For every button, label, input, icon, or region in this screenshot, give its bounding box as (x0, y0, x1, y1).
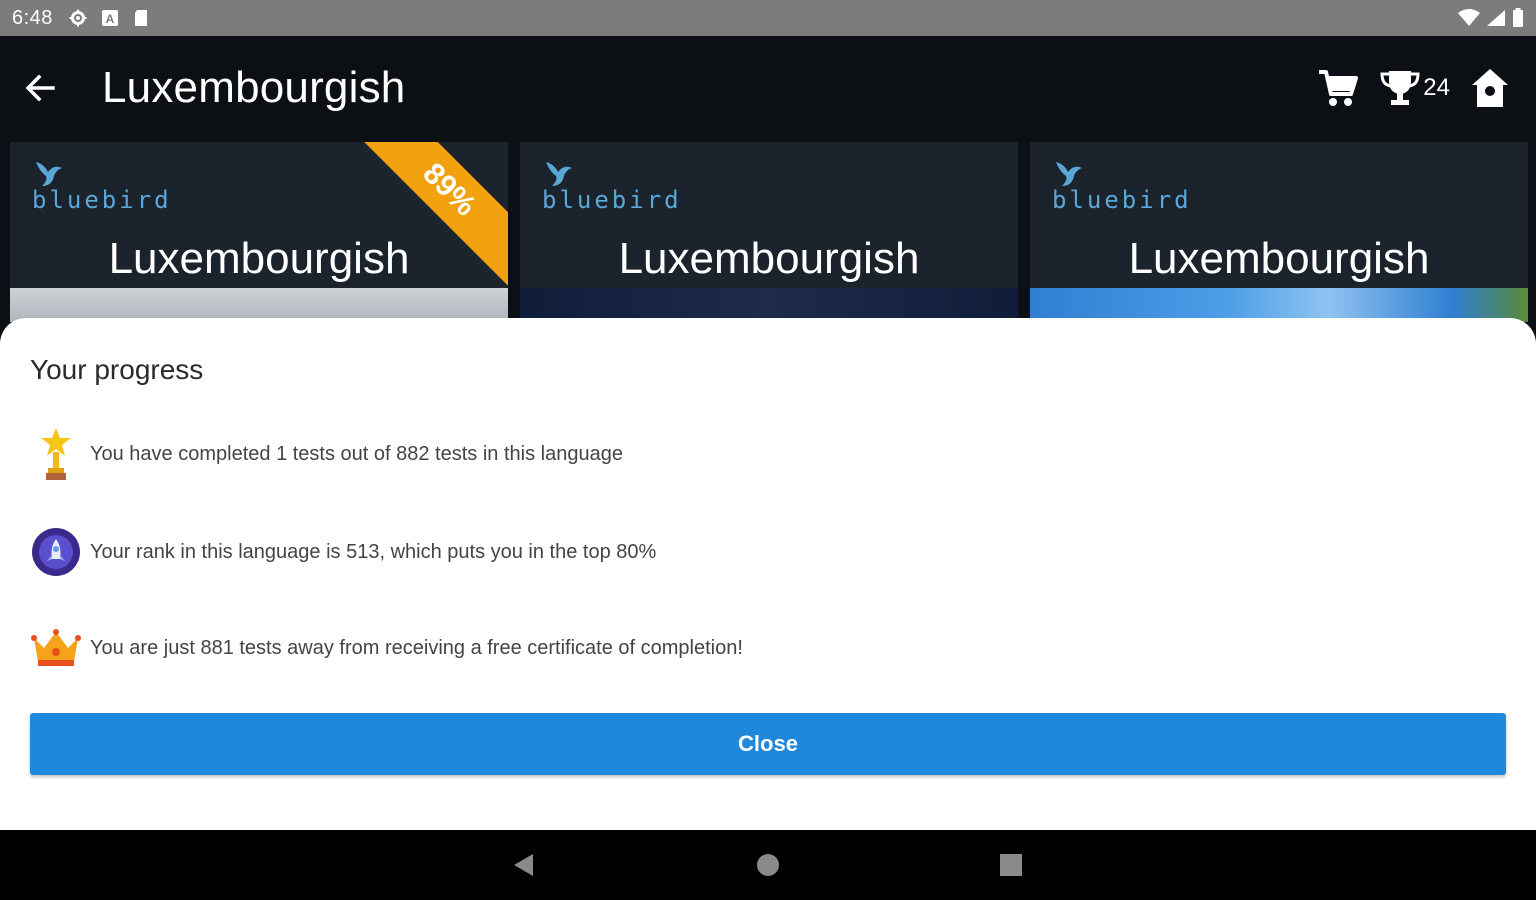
home-icon (1472, 69, 1508, 107)
bluebird-logo-icon (546, 162, 572, 186)
bluebird-logo-icon (1056, 162, 1082, 186)
battery-icon (1513, 8, 1523, 27)
nav-recents-icon (1000, 854, 1022, 876)
trophy-count: 24 (1423, 74, 1450, 101)
course-card[interactable]: bluebird 89% Luxembourgish (10, 142, 508, 322)
brand-logo: bluebird (1052, 158, 1192, 214)
status-icons-right (1458, 8, 1524, 28)
status-icons-left: A (69, 9, 149, 27)
close-button[interactable]: Close (30, 713, 1506, 775)
course-cards: bluebird 89% Luxembourgish bluebird Luxe… (10, 142, 1528, 322)
progress-row-rank: Your rank in this language is 513, which… (30, 524, 656, 580)
card-image (520, 288, 1018, 322)
home-button[interactable] (1470, 67, 1510, 109)
progress-row-text: Your rank in this language is 513, which… (90, 540, 657, 563)
card-title: Luxembourgish (108, 234, 410, 283)
progress-row-completed: You have completed 1 tests out of 882 te… (30, 426, 623, 482)
nav-home-button[interactable] (744, 842, 792, 888)
bluebird-logo-icon (36, 162, 62, 186)
arrow-back-icon (25, 74, 55, 102)
sd-card-icon (134, 10, 147, 26)
card-title: Luxembourgish (618, 234, 920, 283)
nav-home-icon (757, 854, 779, 876)
progress-row-text: You have completed 1 tests out of 882 te… (90, 442, 623, 465)
brand-name: bluebird (542, 186, 682, 214)
status-time: 6:48 (12, 6, 53, 29)
nav-back-button[interactable] (500, 842, 548, 888)
notification-icon: A (101, 10, 118, 26)
back-button[interactable] (0, 36, 80, 140)
brand-logo: bluebird (542, 158, 682, 214)
card-image (1030, 288, 1528, 322)
nav-back-icon (514, 854, 533, 876)
system-nav-bar (0, 830, 1536, 900)
brand-name: bluebird (32, 186, 172, 214)
shop-button[interactable] (1317, 68, 1359, 108)
progress-dialog: Your progress You have completed 1 tests… (0, 318, 1536, 830)
app-bar-actions: 24 (1317, 67, 1536, 109)
dialog-title: Your progress (30, 354, 204, 385)
trophy-icon (1380, 71, 1420, 105)
card-title: Luxembourgish (1128, 234, 1430, 283)
page-title: Luxembourgish (102, 63, 406, 112)
app-screen: 6:48 A Luxembourgish 24 bluebird 89% Lux… (0, 0, 1536, 900)
settings-icon (69, 9, 87, 27)
card-image (10, 288, 508, 322)
status-bar: 6:48 A (0, 0, 1536, 36)
progress-row-text: You are just 881 tests away from receivi… (90, 636, 743, 659)
signal-icon (1487, 10, 1505, 26)
brand-logo: bluebird (32, 158, 172, 214)
trophy-star-icon (30, 426, 82, 482)
wifi-icon (1458, 9, 1480, 26)
trophy-button[interactable]: 24 (1379, 69, 1450, 107)
nav-recents-button[interactable] (987, 842, 1035, 888)
course-card[interactable]: bluebird Luxembourgish (520, 142, 1018, 322)
brand-name: bluebird (1052, 186, 1192, 214)
crown-icon (30, 620, 82, 676)
svg-text:A: A (106, 12, 115, 26)
app-bar: Luxembourgish 24 (0, 36, 1536, 140)
progress-row-certificate: You are just 881 tests away from receivi… (30, 620, 743, 676)
rank-medal-icon (30, 524, 82, 580)
course-card[interactable]: bluebird Luxembourgish (1030, 142, 1528, 322)
cart-icon (1319, 70, 1359, 106)
